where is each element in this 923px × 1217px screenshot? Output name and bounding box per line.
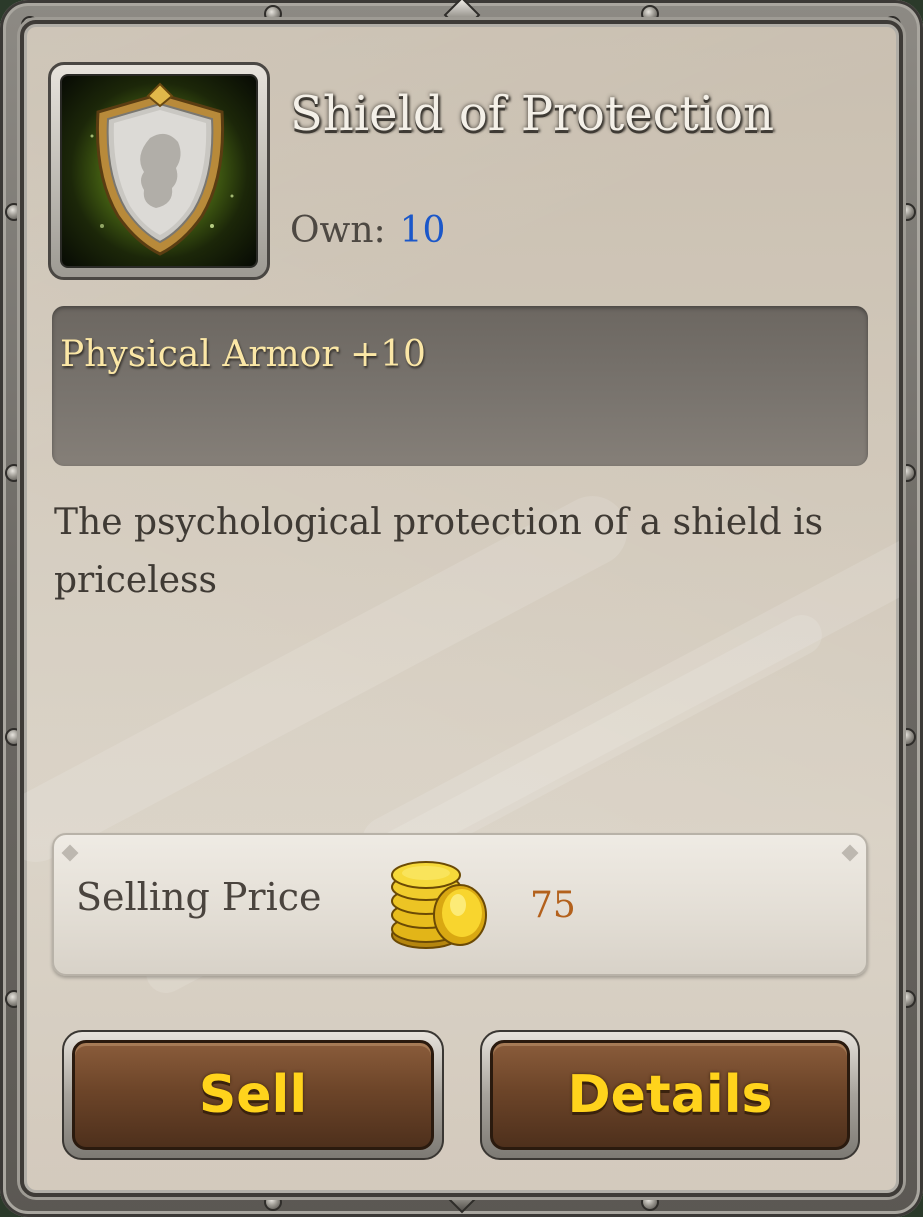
stat-line: Physical Armor +10 bbox=[60, 334, 426, 375]
shield-icon bbox=[90, 82, 234, 256]
item-description: The psychological protection of a shield… bbox=[54, 502, 824, 601]
sell-button-label: Sell bbox=[198, 1065, 308, 1125]
item-title: Shield of Protection bbox=[290, 86, 774, 142]
item-icon-frame bbox=[48, 62, 270, 280]
own-count-row: Own: 10 bbox=[290, 210, 445, 251]
gold-coins-icon bbox=[391, 861, 487, 949]
details-button-face: Details bbox=[490, 1040, 850, 1150]
sell-button-face: Sell bbox=[72, 1040, 434, 1150]
sell-button[interactable]: Sell bbox=[62, 1030, 444, 1160]
own-label: Own: bbox=[290, 210, 386, 251]
corner-ornament bbox=[841, 844, 859, 862]
own-count: 10 bbox=[399, 210, 446, 251]
selling-price-value: 75 bbox=[530, 885, 576, 926]
corner-ornament bbox=[61, 844, 79, 862]
selling-price-label: Selling Price bbox=[76, 875, 322, 919]
details-button-label: Details bbox=[567, 1065, 773, 1125]
selling-price-panel: Selling Price 75 bbox=[52, 833, 868, 976]
item-icon-background bbox=[60, 74, 258, 268]
details-button[interactable]: Details bbox=[480, 1030, 860, 1160]
stats-panel: Physical Armor +10 bbox=[52, 306, 868, 466]
